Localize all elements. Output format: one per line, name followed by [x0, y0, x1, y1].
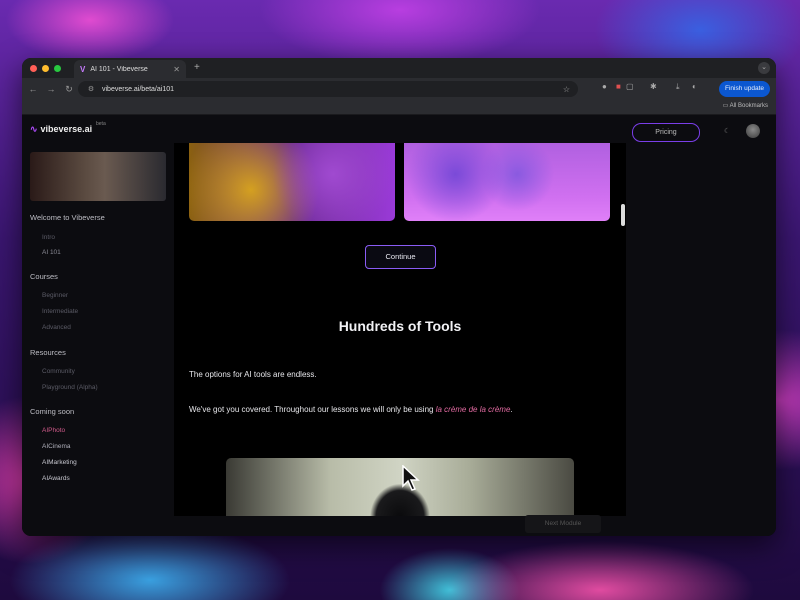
close-tab-icon[interactable]: ✕ [173, 65, 180, 74]
browser-window: V AI 101 - Vibeverse ✕ + ⌄ ← → ↻ ⚙ vibev… [22, 58, 776, 536]
paragraph-options: The options for AI tools are endless. [189, 370, 317, 379]
sidebar-item-aiphoto[interactable]: AIPhoto [42, 427, 65, 434]
sidebar-item-playground[interactable]: Playground (Alpha) [42, 384, 98, 391]
sidebar-item-aicinema[interactable]: AICinema [42, 443, 71, 450]
forward-icon[interactable]: → [46, 84, 56, 94]
section-heading: Hundreds of Tools [338, 318, 462, 334]
tab-search-icon[interactable]: ⌄ [758, 62, 770, 74]
next-module-button[interactable]: Next Module [525, 515, 601, 533]
extensions-puzzle-icon[interactable]: ✱ [650, 82, 657, 91]
extension-icon[interactable]: ● [602, 82, 607, 91]
bookmarks-bar: ▭ All Bookmarks [22, 100, 776, 115]
emphasis-text: la crème de la crème [435, 405, 511, 414]
reload-icon[interactable]: ↻ [64, 84, 74, 95]
sidebar-item-aimarketing[interactable]: AIMarketing [42, 459, 77, 466]
all-bookmarks-label: All Bookmarks [729, 103, 768, 109]
scrollbar-thumb[interactable] [621, 204, 625, 226]
address-bar[interactable]: ⚙ vibeverse.ai/beta/ai101 ☆ [78, 81, 578, 97]
sidebar-section-welcome: Welcome to Vibeverse [30, 213, 105, 222]
extension-badge-icon[interactable]: ■ [616, 82, 621, 91]
pricing-button[interactable]: Pricing [632, 123, 700, 142]
sidebar-hero-image [30, 152, 166, 201]
paragraph-covered: We've got you covered. Throughout our le… [189, 405, 513, 414]
vibeverse-favicon-icon: V [80, 64, 86, 74]
browser-toolbar: ← → ↻ ⚙ vibeverse.ai/beta/ai101 ☆ ● ■ ▢ … [22, 78, 776, 100]
theme-toggle-icon[interactable]: ☾ [724, 127, 730, 135]
sidebar-section-resources: Resources [30, 348, 66, 357]
paragraph-text: We've got you covered. Throughout our le… [189, 405, 436, 414]
web-page: ∿ vibeverse.ai beta Pricing ☾ Welcome to … [22, 115, 776, 536]
lesson-image-wheels [404, 143, 610, 221]
sidebar-section-courses: Courses [30, 272, 58, 281]
site-info-icon[interactable]: ⚙ [86, 85, 96, 93]
continue-button[interactable]: Continue [365, 245, 436, 269]
browser-tab[interactable]: V AI 101 - Vibeverse ✕ [74, 60, 186, 78]
sidebar-item-intermediate[interactable]: Intermediate [42, 308, 78, 315]
sidebar-item-aiawards[interactable]: AIAwards [42, 475, 70, 482]
course-sidebar: Welcome to Vibeverse Intro AI 101 Course… [22, 147, 174, 536]
maximize-window-button[interactable] [54, 64, 61, 72]
vibeverse-logo-icon: ∿ [30, 124, 38, 134]
mouse-cursor-icon [402, 465, 420, 491]
download-icon[interactable]: ⤓ [676, 82, 680, 92]
tab-title: AI 101 - Vibeverse [90, 65, 148, 73]
profile-icon[interactable]: ◐ [692, 82, 697, 91]
all-bookmarks-button[interactable]: ▭ All Bookmarks [723, 102, 768, 109]
sidebar-item-beginner[interactable]: Beginner [42, 292, 68, 299]
logo-text: vibeverse.ai [40, 124, 93, 134]
finish-update-button[interactable]: Finish update [718, 81, 770, 97]
beta-badge: beta [96, 121, 106, 127]
lesson-content: Continue Hundreds of Tools The options f… [174, 143, 626, 516]
paragraph-end: . [510, 405, 513, 414]
sidebar-item-ai101[interactable]: AI 101 [42, 249, 61, 256]
sidebar-section-coming-soon: Coming soon [30, 407, 75, 416]
sidebar-item-community[interactable]: Community [42, 368, 75, 375]
lesson-video[interactable] [226, 458, 574, 516]
close-window-button[interactable] [30, 64, 37, 72]
sidebar-item-intro[interactable]: Intro [42, 234, 55, 241]
sidebar-item-advanced[interactable]: Advanced [42, 324, 71, 331]
folder-icon: ▭ [722, 103, 729, 109]
site-logo[interactable]: ∿ vibeverse.ai beta [30, 121, 106, 135]
url-text: vibeverse.ai/beta/ai101 [102, 85, 174, 93]
bookmark-star-icon[interactable]: ☆ [563, 85, 570, 94]
minimize-window-button[interactable] [42, 64, 49, 72]
tab-bar: V AI 101 - Vibeverse ✕ + ⌄ [22, 58, 776, 78]
window-controls [22, 64, 61, 72]
avatar[interactable] [746, 124, 760, 138]
extension-icon-2[interactable]: ▢ [626, 82, 634, 91]
back-icon[interactable]: ← [28, 84, 38, 94]
new-tab-icon[interactable]: + [194, 62, 200, 73]
lesson-image-fashion [189, 143, 395, 221]
